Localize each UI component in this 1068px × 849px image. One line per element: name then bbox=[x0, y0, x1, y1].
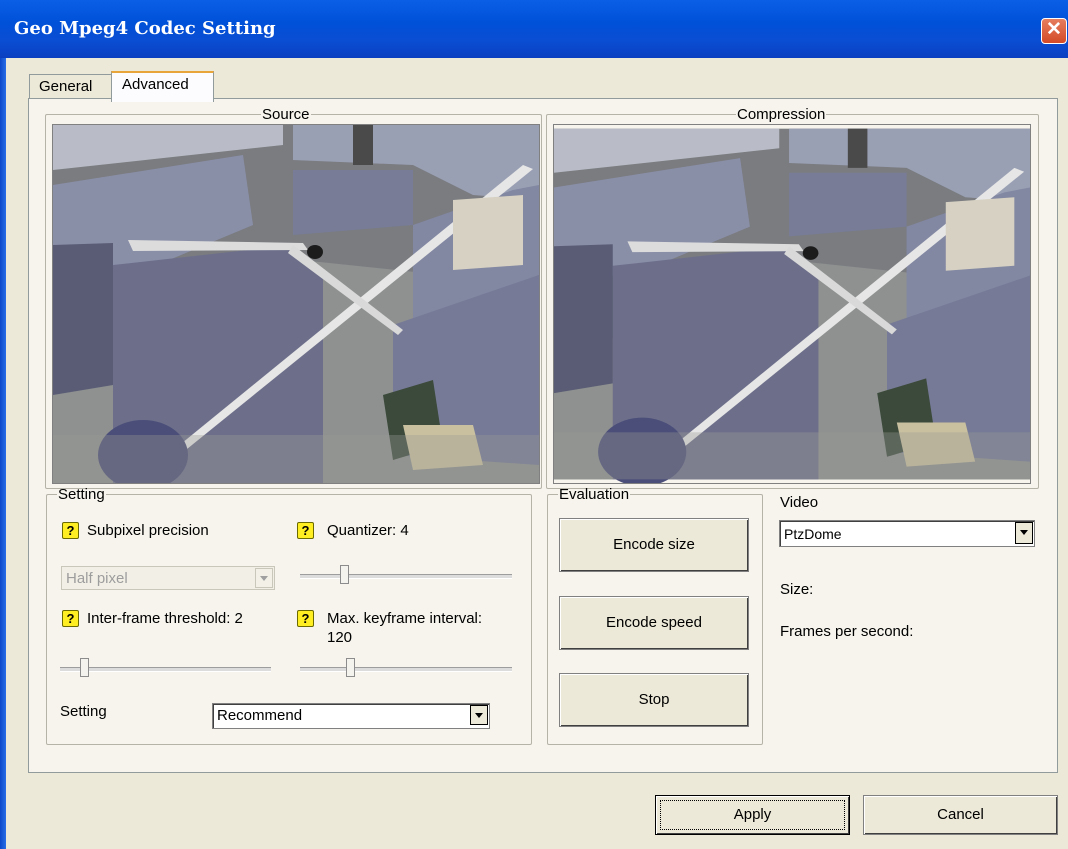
encode-speed-button[interactable]: Encode speed bbox=[559, 596, 749, 650]
keyframe-value: 120 bbox=[327, 629, 353, 646]
video-label: Video bbox=[780, 494, 819, 511]
apply-label: Apply bbox=[733, 806, 772, 823]
slider-thumb[interactable] bbox=[346, 658, 355, 677]
help-icon[interactable]: ? bbox=[62, 610, 79, 627]
quantizer-slider[interactable] bbox=[300, 565, 512, 585]
slider-track bbox=[60, 667, 271, 672]
cancel-label: Cancel bbox=[937, 806, 984, 823]
slider-thumb[interactable] bbox=[340, 565, 349, 584]
preset-select[interactable]: Recommend bbox=[212, 703, 490, 729]
tab-general-label: General bbox=[39, 78, 93, 95]
chevron-down-icon bbox=[470, 705, 488, 725]
close-button[interactable]: ✕ bbox=[1041, 18, 1067, 44]
preset-label: Setting bbox=[60, 703, 107, 720]
stop-button[interactable]: Stop bbox=[559, 673, 749, 727]
source-label: Source bbox=[262, 106, 310, 123]
tab-advanced[interactable]: Advanced bbox=[111, 71, 214, 102]
subpixel-label: Subpixel precision bbox=[87, 522, 209, 539]
slider-track bbox=[300, 667, 512, 672]
help-icon[interactable]: ? bbox=[62, 522, 79, 539]
codec-setting-window: Geo Mpeg4 Codec Setting ✕ General Advanc… bbox=[0, 0, 1068, 849]
source-video-preview bbox=[52, 124, 540, 484]
slider-thumb[interactable] bbox=[80, 658, 89, 677]
interframe-label: Inter-frame threshold: 2 bbox=[87, 610, 243, 627]
interframe-slider[interactable] bbox=[60, 658, 271, 678]
evaluation-label: Evaluation bbox=[559, 486, 630, 503]
video-select[interactable]: PtzDome bbox=[779, 520, 1035, 547]
encode-size-label: Encode size bbox=[613, 536, 695, 553]
cancel-button[interactable]: Cancel bbox=[863, 795, 1058, 835]
compression-video-preview bbox=[553, 124, 1031, 484]
quantizer-label: Quantizer: 4 bbox=[327, 522, 409, 539]
help-icon[interactable]: ? bbox=[297, 522, 314, 539]
window-title: Geo Mpeg4 Codec Setting bbox=[14, 18, 276, 39]
subpixel-select[interactable]: Half pixel bbox=[61, 566, 275, 590]
tab-general[interactable]: General bbox=[29, 74, 112, 99]
setting-group-label: Setting bbox=[58, 486, 105, 503]
preset-value: Recommend bbox=[217, 707, 303, 724]
slider-track bbox=[300, 574, 512, 579]
encode-size-button[interactable]: Encode size bbox=[559, 518, 749, 572]
compression-label: Compression bbox=[737, 106, 826, 123]
video-value: PtzDome bbox=[784, 526, 842, 542]
window-frame-left bbox=[0, 58, 6, 849]
keyframe-label: Max. keyframe interval: bbox=[327, 610, 483, 627]
subpixel-value: Half pixel bbox=[66, 570, 128, 587]
close-icon: ✕ bbox=[1046, 19, 1062, 40]
tab-advanced-label: Advanced bbox=[122, 76, 189, 93]
size-label: Size: bbox=[780, 581, 814, 598]
apply-button[interactable]: Apply bbox=[655, 795, 850, 835]
stop-label: Stop bbox=[638, 691, 670, 708]
title-bar[interactable]: Geo Mpeg4 Codec Setting ✕ bbox=[0, 0, 1068, 58]
chevron-down-icon bbox=[255, 568, 273, 588]
help-icon[interactable]: ? bbox=[297, 610, 314, 627]
encode-speed-label: Encode speed bbox=[606, 614, 702, 631]
keyframe-slider[interactable] bbox=[300, 658, 512, 678]
chevron-down-icon bbox=[1015, 522, 1033, 544]
fps-label: Frames per second: bbox=[780, 623, 914, 640]
